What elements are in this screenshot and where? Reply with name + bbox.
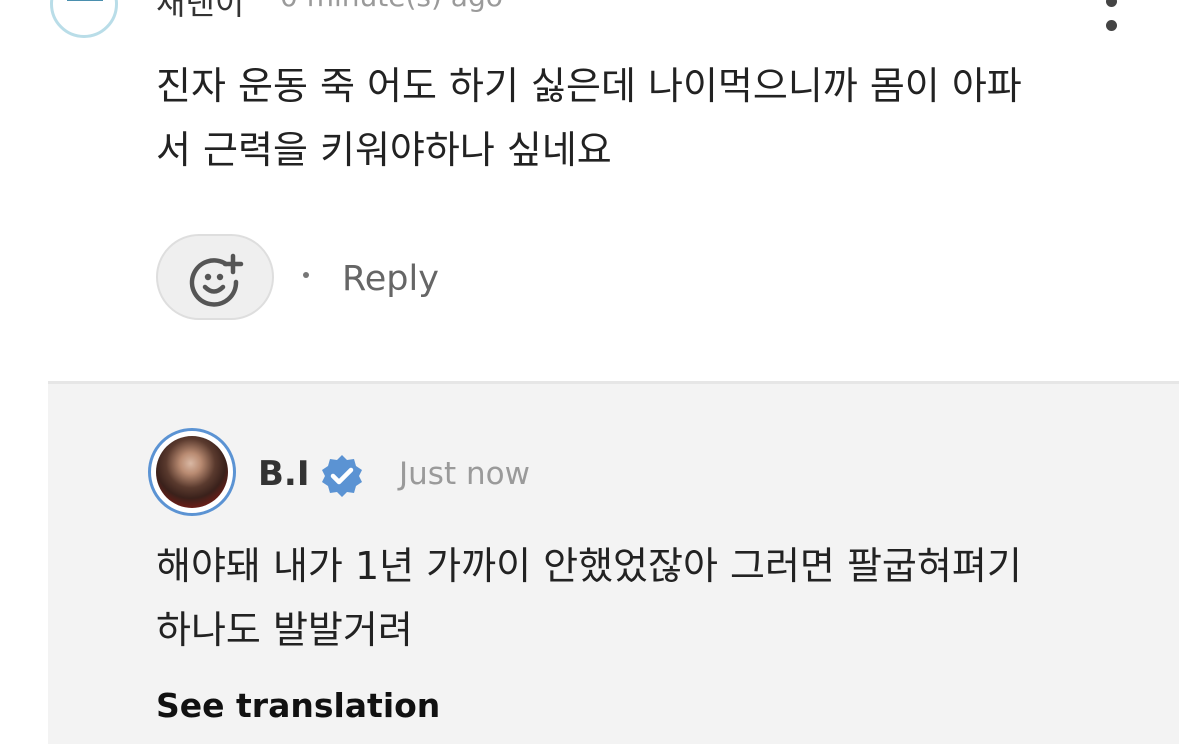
reply-comment: B.I Just now 해야돼 내가 1년 가까이 안했었잖아 그러면 팔굽혀… [48, 381, 1179, 744]
commenter-name[interactable]: 새댄이 [156, 0, 244, 24]
separator-dot [303, 272, 309, 278]
add-reaction-button[interactable] [156, 234, 274, 320]
comment-timestamp: 0 minute(s) ago [280, 0, 503, 13]
avatar-image [67, 0, 103, 1]
add-emoji-icon [189, 253, 244, 307]
top-comment: 새댄이 0 minute(s) ago 진자 운동 죽 어도 하기 싫은데 나이… [0, 0, 1179, 383]
reply-timestamp: Just now [399, 456, 530, 492]
reply-author-name[interactable]: B.I [258, 454, 309, 494]
reply-text-line: 하나도 발발거려 [156, 608, 413, 652]
reply-text: 해야돼 내가 1년 가까이 안했었잖아 그러면 팔굽혀펴기 하나도 발발거려 [156, 534, 1116, 662]
reply-text-line: 해야돼 내가 1년 가까이 안했었잖아 그러면 팔굽혀펴기 [156, 544, 1022, 588]
reply-button[interactable]: Reply [342, 259, 439, 299]
avatar-photo [156, 436, 228, 508]
see-translation-link[interactable]: See translation [156, 686, 440, 725]
comment-text-line: 진자 운동 죽 어도 하기 싫은데 나이먹으니까 몸이 아파 [156, 64, 1022, 108]
comment-text: 진자 운동 죽 어도 하기 싫은데 나이먹으니까 몸이 아파 서 근력을 키워야… [156, 54, 1116, 182]
reply-author-avatar[interactable] [148, 428, 236, 516]
comment-text-line: 서 근력을 키워야하나 싶네요 [156, 128, 612, 172]
commenter-avatar[interactable] [50, 0, 118, 38]
more-options-icon[interactable] [1100, 0, 1124, 32]
verified-badge-icon [322, 455, 362, 497]
